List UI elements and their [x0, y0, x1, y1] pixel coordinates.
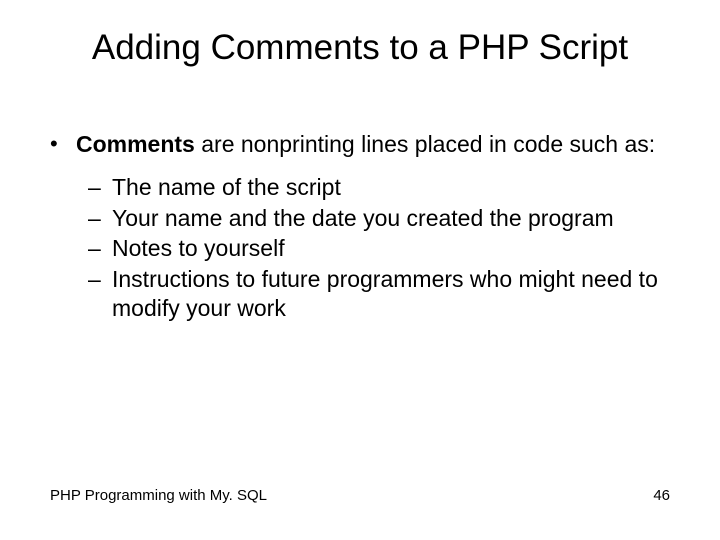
bullet-bold-lead: Comments — [76, 131, 195, 157]
dash-marker: – — [88, 173, 112, 202]
slide: Adding Comments to a PHP Script • Commen… — [0, 0, 720, 540]
bullet-item: • Comments are nonprinting lines placed … — [50, 130, 680, 159]
dash-marker: – — [88, 265, 112, 294]
sub-bullet-list: – The name of the script – Your name and… — [88, 173, 680, 323]
sub-bullet-text: Notes to yourself — [112, 234, 680, 263]
dash-marker: – — [88, 234, 112, 263]
list-item: – Notes to yourself — [88, 234, 680, 263]
page-number: 46 — [653, 487, 670, 504]
dash-marker: – — [88, 204, 112, 233]
list-item: – Instructions to future programmers who… — [88, 265, 680, 323]
sub-bullet-text: Instructions to future programmers who m… — [112, 265, 680, 323]
list-item: – Your name and the date you created the… — [88, 204, 680, 233]
bullet-text: Comments are nonprinting lines placed in… — [76, 130, 680, 159]
bullet-rest: are nonprinting lines placed in code suc… — [195, 131, 655, 157]
footer-source: PHP Programming with My. SQL — [50, 487, 267, 504]
bullet-marker: • — [50, 130, 76, 158]
sub-bullet-text: The name of the script — [112, 173, 680, 202]
slide-title: Adding Comments to a PHP Script — [0, 28, 720, 68]
list-item: – The name of the script — [88, 173, 680, 202]
sub-bullet-text: Your name and the date you created the p… — [112, 204, 680, 233]
slide-content: • Comments are nonprinting lines placed … — [50, 130, 680, 325]
